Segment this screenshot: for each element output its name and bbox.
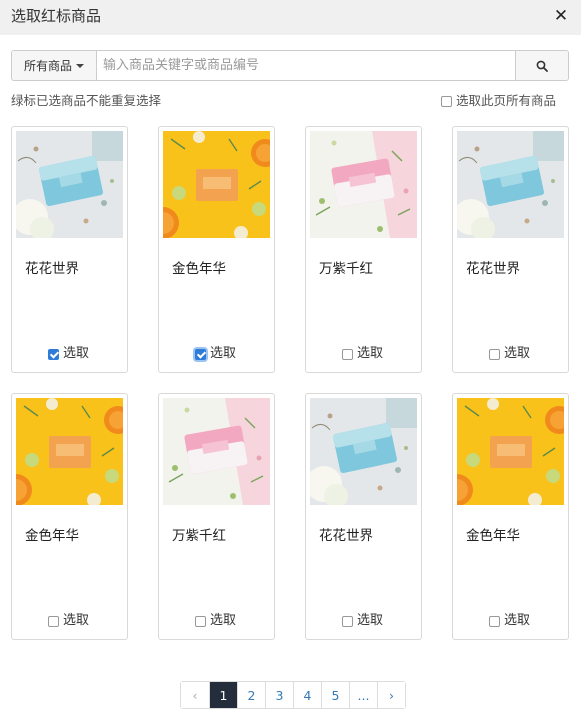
product-card[interactable]: 花花世界选取: [452, 126, 569, 373]
search-bar: 所有商品: [11, 50, 569, 81]
product-card[interactable]: 金色年华选取: [452, 393, 569, 640]
next-page-button[interactable]: ›: [377, 682, 405, 708]
product-name: 花花世界: [319, 528, 373, 544]
page-4[interactable]: 4: [293, 682, 321, 708]
product-select-checkbox[interactable]: [195, 348, 206, 360]
prev-page-button[interactable]: ‹: [181, 682, 209, 708]
select-page-checkbox[interactable]: [441, 95, 452, 107]
duplicate-hint: 绿标已选商品不能重复选择: [11, 93, 162, 108]
page-ellipsis[interactable]: ...: [349, 682, 377, 708]
product-select-checkbox[interactable]: [48, 348, 59, 360]
dialog-title: 选取红标商品: [11, 7, 102, 25]
product-select[interactable]: 选取: [195, 346, 236, 362]
product-card[interactable]: 金色年华选取: [158, 126, 275, 373]
product-name: 金色年华: [25, 528, 79, 544]
product-card[interactable]: 万紫千红选取: [305, 126, 422, 373]
select-page-label: 选取此页所有商品: [456, 93, 557, 108]
product-select-checkbox[interactable]: [489, 348, 500, 360]
scope-dropdown[interactable]: 所有商品: [12, 51, 97, 80]
select-page-all[interactable]: 选取此页所有商品: [441, 93, 556, 109]
product-card[interactable]: 万紫千红选取: [158, 393, 275, 640]
search-icon: [536, 60, 548, 72]
product-image: [16, 131, 123, 238]
product-image: [310, 398, 417, 505]
page-3[interactable]: 3: [265, 682, 293, 708]
dialog-header: 选取红标商品 ✕: [0, 0, 581, 35]
caret-down-icon: [76, 63, 84, 68]
product-select[interactable]: 选取: [489, 613, 530, 629]
product-image: [16, 398, 123, 505]
product-name: 万紫千红: [172, 528, 226, 544]
search-button[interactable]: [515, 51, 568, 80]
product-select-label: 选取: [504, 346, 531, 361]
pagination: ‹ 1 2 3 4 5... ›: [180, 681, 406, 709]
product-select-checkbox[interactable]: [342, 348, 353, 360]
product-select-checkbox[interactable]: [48, 615, 59, 627]
product-image: [163, 398, 270, 505]
product-name: 花花世界: [25, 261, 79, 277]
search-input[interactable]: [97, 51, 515, 80]
page-5[interactable]: 5: [321, 682, 349, 708]
product-image: [310, 131, 417, 238]
product-name: 万紫千红: [319, 261, 373, 277]
product-select-label: 选取: [63, 346, 90, 361]
product-select-checkbox[interactable]: [195, 615, 206, 627]
page-2[interactable]: 2: [237, 682, 265, 708]
product-image: [457, 131, 564, 238]
product-select-label: 选取: [357, 346, 384, 361]
product-select-checkbox[interactable]: [342, 615, 353, 627]
product-select-label: 选取: [210, 613, 237, 628]
page-1[interactable]: 1: [209, 682, 237, 708]
product-card[interactable]: 金色年华选取: [11, 393, 128, 640]
product-name: 金色年华: [466, 528, 520, 544]
product-select[interactable]: 选取: [342, 346, 383, 362]
product-select-checkbox[interactable]: [489, 615, 500, 627]
close-icon[interactable]: ✕: [551, 6, 571, 26]
product-name: 金色年华: [172, 261, 226, 277]
product-select-label: 选取: [504, 613, 531, 628]
product-select[interactable]: 选取: [342, 613, 383, 629]
product-select-label: 选取: [357, 613, 384, 628]
product-image: [457, 398, 564, 505]
product-select-label: 选取: [210, 346, 237, 361]
product-select[interactable]: 选取: [48, 346, 89, 362]
product-card[interactable]: 花花世界选取: [305, 393, 422, 640]
scope-dropdown-label: 所有商品: [23, 59, 72, 73]
product-select[interactable]: 选取: [489, 346, 530, 362]
product-image: [163, 131, 270, 238]
product-card[interactable]: 花花世界选取: [11, 126, 128, 373]
product-name: 花花世界: [466, 261, 520, 277]
product-select[interactable]: 选取: [48, 613, 89, 629]
product-select[interactable]: 选取: [195, 613, 236, 629]
product-select-label: 选取: [63, 613, 90, 628]
